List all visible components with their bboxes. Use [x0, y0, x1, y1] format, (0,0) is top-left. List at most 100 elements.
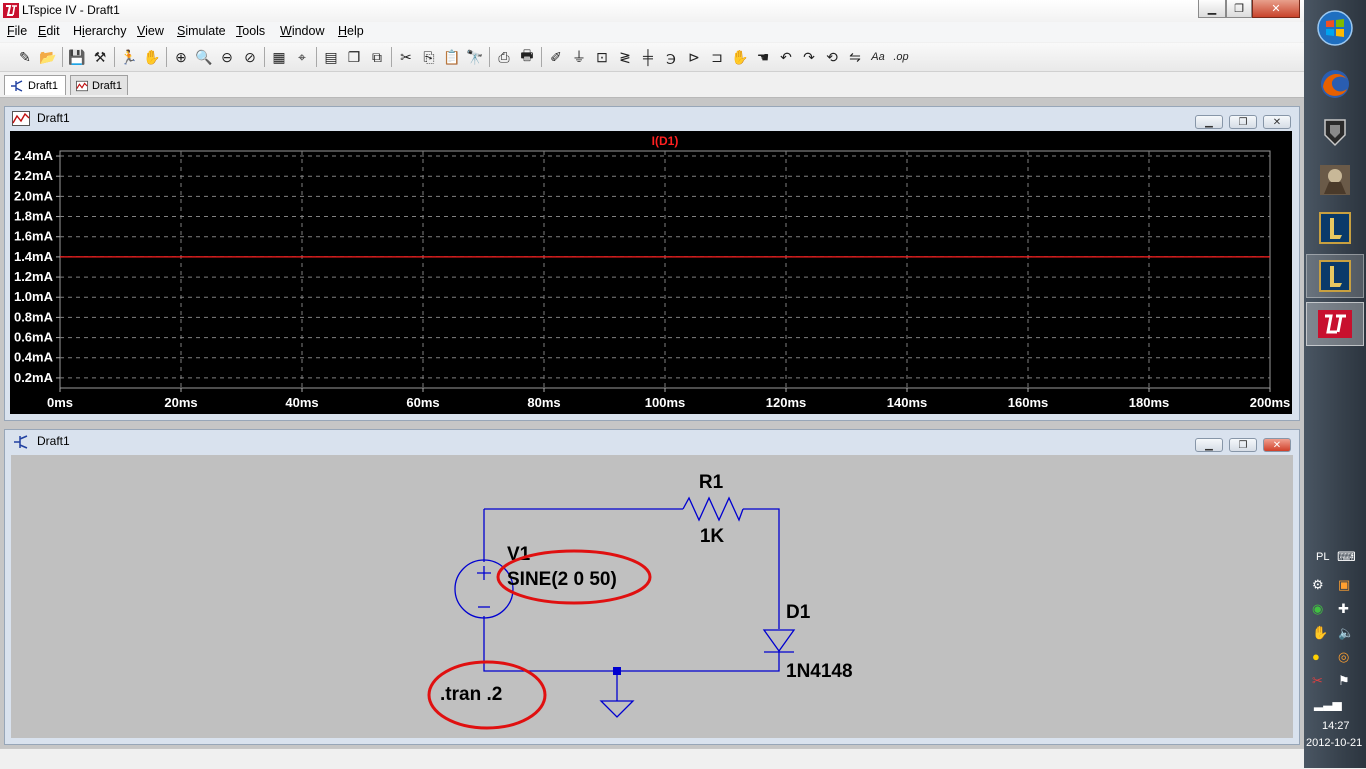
- drag-button[interactable]: ☚: [753, 47, 773, 67]
- maximize-button[interactable]: ❐: [1226, 0, 1252, 18]
- zoom-pan-icon: 🔍: [195, 48, 213, 65]
- window-title: LTspice IV - Draft1: [22, 3, 120, 17]
- tab-label: Draft1: [28, 79, 58, 92]
- autorange-button[interactable]: ▦: [269, 47, 289, 67]
- zoom-pan-button[interactable]: 🔍: [194, 47, 214, 67]
- mirror-button[interactable]: ⇋: [845, 47, 865, 67]
- close-button[interactable]: ✕: [1252, 0, 1300, 18]
- tray-app-icon[interactable]: ●: [1312, 649, 1320, 664]
- start-button[interactable]: [1306, 6, 1364, 50]
- x-tick-label: 200ms: [1250, 395, 1290, 410]
- minimize-icon: ▁: [1205, 116, 1213, 128]
- network-icon[interactable]: ▂▃▅: [1314, 697, 1342, 711]
- waveform-window-title: Draft1: [37, 111, 70, 125]
- open-button[interactable]: 📂: [38, 47, 58, 67]
- print-icon: 🖶: [520, 47, 534, 63]
- menu-file[interactable]: File: [7, 24, 27, 38]
- diode-value: 1N4148: [786, 661, 853, 682]
- tray-app-icon[interactable]: ✋: [1312, 625, 1328, 641]
- menu-hierarchy[interactable]: Hierarchy: [73, 24, 127, 38]
- tile-icon: ▤: [324, 48, 338, 65]
- tray-app-icon[interactable]: ✂: [1312, 673, 1323, 689]
- tray-app-icon[interactable]: ◎: [1338, 649, 1349, 665]
- resistor-button[interactable]: ≷: [615, 47, 635, 67]
- menu-view[interactable]: View: [137, 24, 164, 38]
- zoom-out-button[interactable]: ⊖: [217, 47, 237, 67]
- cascade-button[interactable]: ❐: [344, 47, 364, 67]
- tile-button[interactable]: ▤: [321, 47, 341, 67]
- schematic-background: [11, 455, 1293, 738]
- new-schematic-button[interactable]: ✎: [15, 47, 35, 67]
- taskbar-league-of-legends-2[interactable]: [1306, 254, 1364, 298]
- save-button[interactable]: 💾: [67, 47, 87, 67]
- capacitor-button[interactable]: ╪: [638, 47, 658, 67]
- tray-app-icon[interactable]: ✚: [1338, 601, 1349, 617]
- taskbar-firefox[interactable]: [1306, 62, 1364, 106]
- minimize-button[interactable]: ▁: [1198, 0, 1226, 18]
- capacitor-icon: ╪: [643, 49, 653, 65]
- volume-icon[interactable]: 🔈: [1338, 625, 1354, 641]
- find-button[interactable]: 🔭: [465, 47, 485, 67]
- text-button[interactable]: Aa: [868, 47, 888, 67]
- spice-directive[interactable]: .tran .2: [440, 684, 502, 705]
- inductor-button[interactable]: ℈: [661, 47, 681, 67]
- maximize-icon: ❐: [1238, 116, 1248, 128]
- tab-draft1-schematic[interactable]: Draft1: [4, 75, 66, 95]
- schematic-window-title: Draft1: [37, 434, 70, 448]
- halt-button[interactable]: ✋: [142, 47, 162, 67]
- x-tick-label: 100ms: [645, 395, 685, 410]
- league-of-legends-icon: [1319, 212, 1351, 244]
- menu-edit[interactable]: Edit: [38, 24, 60, 38]
- waveform-plot[interactable]: 0ms 20ms 40ms 60ms 80ms 100ms 120ms 140ms 160ms 1…: [10, 131, 1292, 414]
- menu-simulate[interactable]: Simulate: [177, 24, 226, 38]
- trace-label[interactable]: I(D1): [652, 134, 679, 148]
- menu-window[interactable]: Window: [280, 24, 324, 38]
- component-button[interactable]: ⊐: [707, 47, 727, 67]
- control-panel-button[interactable]: ⚒: [90, 47, 110, 67]
- waveform-minimize-button[interactable]: ▁: [1195, 115, 1223, 129]
- taskbar-game[interactable]: [1306, 158, 1364, 202]
- taskbar-world-of-tanks[interactable]: [1306, 110, 1364, 154]
- run-icon: 🏃: [120, 48, 138, 65]
- zoom-in-button[interactable]: ⊕: [171, 47, 191, 67]
- print-setup-button[interactable]: ⎙: [494, 47, 514, 67]
- menu-help[interactable]: Help: [338, 24, 364, 38]
- clock-time[interactable]: 14:27: [1322, 720, 1350, 732]
- undo-button[interactable]: ↶: [776, 47, 796, 67]
- tray-app-icon[interactable]: ▣: [1338, 577, 1350, 593]
- print-button[interactable]: 🖶: [517, 47, 537, 67]
- diode-button[interactable]: ⊳: [684, 47, 704, 67]
- language-indicator[interactable]: PL: [1316, 551, 1329, 563]
- keyboard-icon[interactable]: ⌨: [1337, 549, 1356, 565]
- run-button[interactable]: 🏃: [119, 47, 139, 67]
- move-button[interactable]: ✋: [730, 47, 750, 67]
- cut-button[interactable]: ✂: [396, 47, 416, 67]
- schematic-maximize-button[interactable]: ❐: [1229, 438, 1257, 452]
- zoom-fit-button[interactable]: ⊘: [240, 47, 260, 67]
- ground-button[interactable]: ⏚: [569, 47, 589, 67]
- y-tick-label: 1.6mA: [14, 229, 54, 244]
- schematic-minimize-button[interactable]: ▁: [1195, 438, 1223, 452]
- label-net-button[interactable]: ⊡: [592, 47, 612, 67]
- redo-button[interactable]: ↷: [799, 47, 819, 67]
- draw-wire-button[interactable]: ✐: [546, 47, 566, 67]
- menu-tools[interactable]: Tools: [236, 24, 265, 38]
- schematic-close-button[interactable]: ✕: [1263, 438, 1291, 452]
- taskbar-ltspice[interactable]: [1306, 302, 1364, 346]
- close-windows-button[interactable]: ⧉: [367, 47, 387, 67]
- clock-date[interactable]: 2012-10-21: [1306, 737, 1362, 749]
- schematic-canvas[interactable]: R1 1K V1 SINE(2 0 50) D1 1N4148 .tran .2: [11, 455, 1293, 738]
- spice-directive-button[interactable]: .op: [891, 47, 911, 67]
- tab-draft1-waveform[interactable]: Draft1: [70, 75, 128, 95]
- waveform-maximize-button[interactable]: ❐: [1229, 115, 1257, 129]
- paste-button[interactable]: 📋: [442, 47, 462, 67]
- action-center-icon[interactable]: ⚑: [1338, 673, 1350, 689]
- tray-app-icon[interactable]: ⚙: [1312, 577, 1324, 593]
- utorrent-icon[interactable]: ◉: [1312, 601, 1323, 617]
- copy-button[interactable]: ⎘: [419, 47, 439, 67]
- x-tick-label: 140ms: [887, 395, 927, 410]
- mark-cursor-button[interactable]: ⌖: [292, 47, 312, 67]
- waveform-close-button[interactable]: ✕: [1263, 115, 1291, 129]
- rotate-button[interactable]: ⟲: [822, 47, 842, 67]
- taskbar-league-of-legends-1[interactable]: [1306, 206, 1364, 250]
